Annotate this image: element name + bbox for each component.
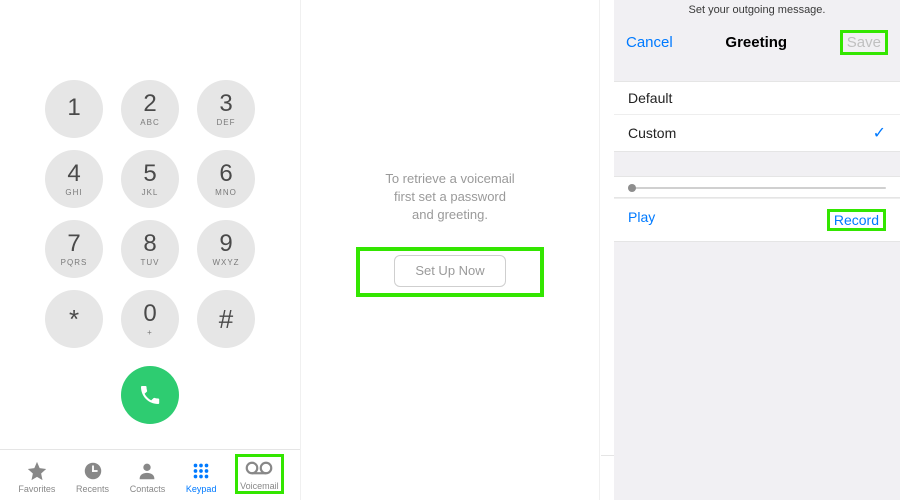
highlight-box: Save [840,30,888,55]
key-letters: DEF [217,118,236,127]
key-5[interactable]: 5 JKL [121,150,179,208]
save-button[interactable]: Save [847,34,881,51]
tab-recents[interactable]: Recents [74,460,111,494]
tab-favorites[interactable]: Favorites [16,460,57,494]
key-letters: WXYZ [212,258,239,267]
play-button[interactable]: Play [628,209,655,231]
key-digit: 4 [67,162,80,186]
key-letters: TUV [141,258,160,267]
key-hash[interactable]: # [197,290,255,348]
highlight-box: Set Up Now [356,247,543,297]
key-digit: 3 [219,92,232,116]
keypad: 1 2 ABC 3 DEF 4 GHI 5 JKL 6 MNO 7 PQRS 8 TUV 9 W… [45,80,255,424]
tab-label: Keypad [186,484,217,494]
record-button[interactable]: Record [834,212,879,228]
playback-slider[interactable] [628,187,886,189]
option-label: Default [628,90,672,106]
tab-label: Voicemail [240,481,279,491]
key-digit: 8 [143,232,156,256]
voicemail-icon [245,457,273,479]
key-letters: ABC [140,118,159,127]
playback-slider-block [614,176,900,198]
key-7[interactable]: 7 PQRS [45,220,103,278]
key-8[interactable]: 8 TUV [121,220,179,278]
key-letters: MNO [215,188,237,197]
key-0[interactable]: 0+ [121,290,179,348]
key-4[interactable]: 4 GHI [45,150,103,208]
setup-line: first set a password [332,188,567,206]
key-digit: 0 [143,302,156,326]
key-letters: + [147,328,153,337]
option-custom[interactable]: Custom ✓ [614,114,900,151]
tab-label: Recents [76,484,109,494]
subheader: Set your outgoing message. [614,0,900,20]
key-digit: 6 [219,162,232,186]
tab-label: Contacts [130,484,166,494]
key-9[interactable]: 9 WXYZ [197,220,255,278]
greeting-options: Default Custom ✓ [614,81,900,152]
star-icon [26,460,48,482]
key-star[interactable]: * [45,290,103,348]
tab-label: Favorites [18,484,55,494]
key-digit: 2 [143,92,156,116]
screen-title: Greeting [725,34,787,51]
key-letters: PQRS [61,258,88,267]
cancel-button[interactable]: Cancel [626,34,673,51]
playback-controls: Play Record [614,198,900,242]
key-2[interactable]: 2 ABC [121,80,179,138]
option-label: Custom [628,125,676,141]
key-letters: JKL [142,188,159,197]
option-default[interactable]: Default [614,82,900,114]
key-6[interactable]: 6 MNO [197,150,255,208]
clock-icon [82,460,104,482]
checkmark-icon: ✓ [873,123,886,143]
nav-bar: Cancel Greeting Save [614,20,900,69]
tab-voicemail[interactable]: Voicemail [235,454,284,494]
key-letters: GHI [65,188,82,197]
key-digit: 7 [67,232,80,256]
key-digit: 5 [143,162,156,186]
key-3[interactable]: 3 DEF [197,80,255,138]
key-digit: 9 [219,232,232,256]
key-digit: # [219,306,233,332]
key-1[interactable]: 1 [45,80,103,138]
key-digit: 1 [67,96,80,120]
person-icon [136,460,158,482]
setup-line: and greeting. [332,206,567,224]
voicemail-setup-screen: To retrieve a voicemail first set a pass… [300,0,600,500]
key-digit: * [69,306,79,332]
set-up-now-button[interactable]: Set Up Now [394,255,505,287]
setup-line: To retrieve a voicemail [332,170,567,188]
highlight-box: Record [827,209,886,231]
setup-prompt: To retrieve a voicemail first set a pass… [332,170,567,307]
tab-bar: Favorites Recents Contacts Keypad Voicem… [0,449,300,496]
keypad-screen: 1 2 ABC 3 DEF 4 GHI 5 JKL 6 MNO 7 PQRS 8 TUV 9 W… [0,0,300,500]
greeting-screen: Set your outgoing message. Cancel Greeti… [614,0,900,500]
slider-knob[interactable] [628,184,636,192]
tab-contacts[interactable]: Contacts [128,460,168,494]
keypad-icon [190,460,212,482]
tab-keypad[interactable]: Keypad [184,460,219,494]
phone-icon [138,383,162,407]
call-button[interactable] [121,366,179,424]
